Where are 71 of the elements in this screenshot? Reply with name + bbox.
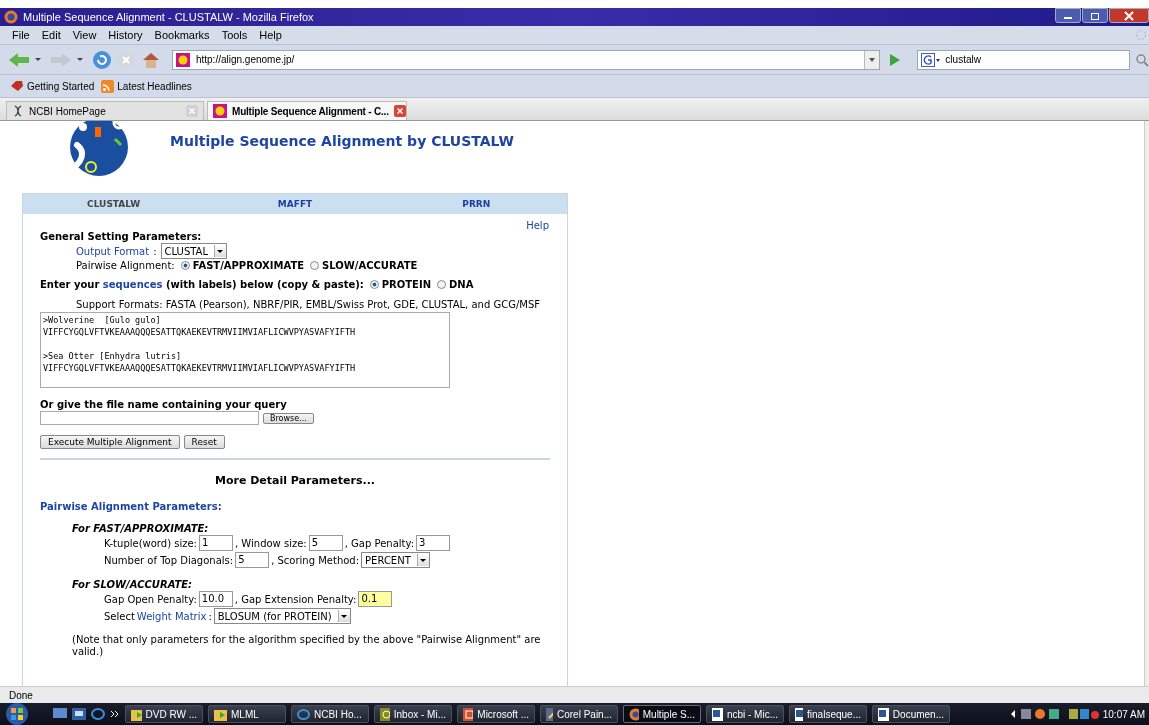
taskbar-button[interactable]: Documen... [872, 705, 950, 723]
sequences-link[interactable]: sequences [102, 279, 163, 290]
file-prompt: Or give the file name containing your query [40, 399, 288, 410]
bookmark-link[interactable]: Latest Headlines [117, 80, 192, 92]
form-button[interactable]: Reset [183, 435, 225, 449]
dropdown-select[interactable]: PERCENT [361, 552, 430, 568]
number-field[interactable]: 10.0 [198, 591, 233, 607]
group-heading: For FAST/APPROXIMATE: [72, 523, 210, 534]
field-label: K-tuple(word) size: [104, 537, 197, 549]
field-label: , Scoring Method: [271, 554, 360, 566]
field-label: : [208, 610, 212, 622]
dropdown-select[interactable]: BLOSUM (for PROTEIN) [213, 608, 351, 624]
page-title: Multiple Sequence Alignment by CLUSTALW [170, 133, 514, 149]
field-label: Number of Top Diagonals: [104, 554, 234, 566]
nav-tab[interactable]: PRRN [385, 199, 567, 209]
number-field[interactable]: 3 [416, 535, 451, 551]
number-field[interactable]: 5 [235, 552, 270, 568]
option-label: PROTEIN [381, 279, 432, 290]
clock: 10:07 AM [1102, 708, 1145, 720]
pairwise-label: Pairwise Alignment: [76, 260, 175, 271]
field-label: Gap Open Penalty: [104, 593, 197, 605]
note-text: (Note that only parameters for the algorithm specified by the above "Pairwise Alignment" are valid.) [71, 634, 542, 658]
sequence-prompt: Enter your sequences (with labels) below (copy & paste): [40, 279, 364, 290]
field-label: Select [104, 610, 135, 622]
window-title: Multiple Sequence Alignment - CLUSTALW - Mozilla Firefox [23, 11, 314, 23]
browser-tab[interactable]: Multiple Sequence Alignment - C... [207, 101, 407, 120]
label-text: : [153, 245, 157, 257]
taskbar-button[interactable]: finalseque... [789, 705, 867, 723]
browse-button[interactable]: Browse... [263, 412, 314, 424]
taskbar-button[interactable]: Inbox - Mi... [374, 705, 452, 723]
taskbar-button[interactable]: DVD RW ... [125, 705, 203, 723]
nav-tab[interactable]: MAFFT [204, 199, 386, 209]
browser-tab[interactable]: NCBI HomePage [6, 101, 204, 120]
support-formats-text: Support Formats: FASTA (Pearson), NBRF/PIR, EMBL/Swiss Prot, GDE, CLUSTAL, and GCG/MSF [75, 299, 541, 310]
menu-item[interactable]: View [72, 29, 97, 41]
taskbar-button[interactable]: Multiple S... [623, 705, 701, 723]
address-field[interactable]: http://align.genome.jp/ [171, 49, 880, 70]
number-field[interactable]: 1 [199, 535, 233, 551]
nav-tab[interactable]: CLUSTALW [23, 199, 205, 209]
field-label: , Window size: [235, 537, 307, 549]
menu-item[interactable]: Help [259, 29, 282, 41]
taskbar-button[interactable]: Microsoft ... [457, 705, 535, 723]
menu-item[interactable]: Tools [221, 29, 248, 41]
form-button[interactable]: Execute Multiple Alignment [40, 435, 180, 449]
output-format-select[interactable]: CLUSTAL [160, 243, 227, 259]
sequence-field[interactable]: >Wolverine [Gulo gulo] VIFFCYGQLVFTVKEAAAQQQESATTQKAEKEVTRMVIIMVIAFLICWVPYASVAFYIFTH >Sea Otter [Enhydra lutris] VIFFCYGQLVFTVKEAAAQQQESATTQKAEKEVTRMVIIMVIAFLICWVPYASVAFYIFTH [40, 312, 450, 388]
field-label: , Gap Penalty: [344, 537, 415, 549]
menu-item[interactable]: Edit [41, 29, 61, 41]
bookmark-link[interactable]: Getting Started [27, 80, 95, 92]
status-text: Done [9, 689, 33, 701]
section-heading: General Setting Parameters: [40, 231, 203, 242]
section-heading: More Detail Parameters... [213, 474, 377, 487]
option-label: FAST/APPROXIMATE [192, 260, 305, 271]
group-heading: For SLOW/ACCURATE: [72, 579, 194, 590]
taskbar-button[interactable]: NCBI Ho... [291, 705, 369, 723]
number-field[interactable]: 5 [308, 535, 343, 551]
option-label: DNA [449, 279, 474, 290]
help-link[interactable]: Help [526, 220, 549, 231]
taskbar-button[interactable]: MLML [208, 705, 286, 723]
menu-item[interactable]: File [12, 29, 30, 41]
section-heading: Pairwise Alignment Parameters: [40, 501, 223, 512]
field-label: , Gap Extension Penalty: [234, 593, 357, 605]
menu-item[interactable]: Bookmarks [154, 29, 210, 41]
option-label: SLOW/ACCURATE [322, 260, 418, 271]
output-format-link[interactable]: Output Format [76, 245, 150, 257]
weight-matrix-link[interactable]: Weight Matrix [136, 610, 207, 622]
taskbar-button[interactable]: Corel Pain... [540, 705, 618, 723]
number-field[interactable]: 0.1 [358, 591, 393, 607]
menu-item[interactable]: History [108, 29, 143, 41]
search-field[interactable]: clustalw [917, 49, 1131, 70]
taskbar-button[interactable]: ncbi - Mic... [706, 705, 784, 723]
